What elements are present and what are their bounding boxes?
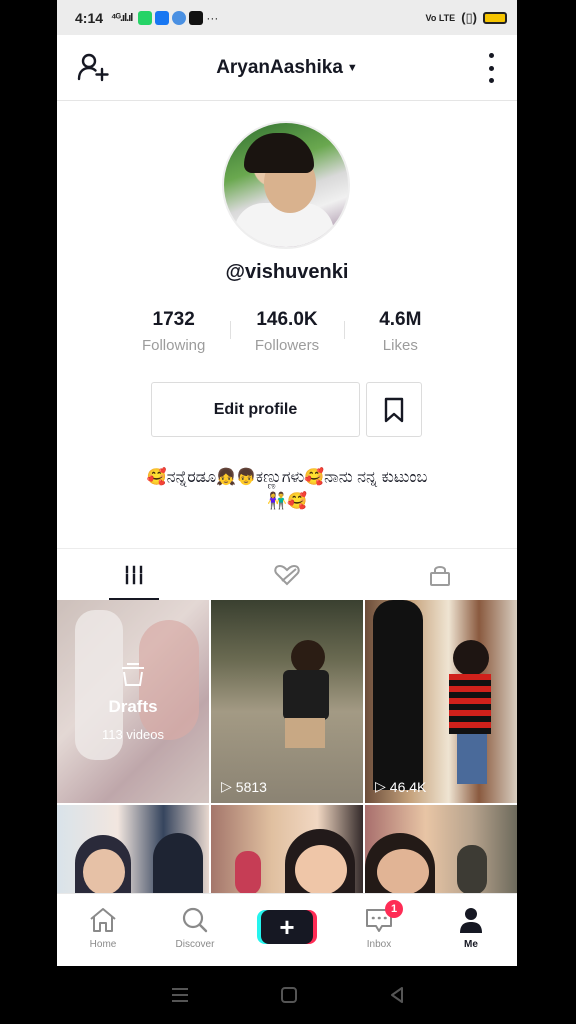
heart-hidden-icon <box>274 564 300 585</box>
tab-liked[interactable] <box>210 549 363 600</box>
stat-label: Followers <box>254 337 320 354</box>
back-icon[interactable] <box>387 985 407 1005</box>
status-bar: 4:14 ⁴ᴳ.ıl.ıl ··· Vo LTE (▯) <box>57 0 517 35</box>
tab-private[interactable] <box>364 549 517 600</box>
stat-followers[interactable]: 146.0K Followers <box>230 309 343 359</box>
search-icon <box>182 907 208 933</box>
stat-value: 1732 <box>152 309 195 330</box>
stat-following[interactable]: 1732 Following <box>117 309 230 359</box>
profile-header: AryanAashika ▼ <box>57 35 517 101</box>
tab-videos[interactable] <box>57 549 210 600</box>
menu-icon[interactable] <box>169 986 191 1004</box>
favorites-button[interactable] <box>366 382 422 437</box>
bio-line: 🥰ನನ್ನೆರಡೂ👧👦ಕಣ್ಣುಗಳು🥰ನಾನು ನನ್ನ ಕುಟುಂಬ <box>146 469 428 486</box>
stat-label: Following <box>141 337 206 354</box>
chevron-down-icon: ▼ <box>346 61 358 74</box>
account-switcher[interactable]: AryanAashika ▼ <box>216 57 358 79</box>
grid-icon <box>125 565 142 584</box>
drafts-tile[interactable]: Drafts 113 videos <box>57 600 209 803</box>
view-count: ▷ 5813 <box>221 778 267 795</box>
notification-icon <box>172 10 187 25</box>
nav-discover[interactable]: Discover <box>149 894 241 966</box>
video-tile[interactable]: ▷ 46.4K <box>365 600 517 803</box>
nav-create[interactable]: + <box>241 894 333 966</box>
profile-tabs <box>57 548 517 600</box>
bottom-navigation: Home Discover + 1 Inbox Me <box>57 893 517 966</box>
drafts-count: 113 videos <box>102 727 164 742</box>
volte-icon: Vo LTE <box>425 12 456 23</box>
username: @vishuvenki <box>225 261 349 283</box>
nav-me[interactable]: Me <box>425 894 517 966</box>
view-count-value: 5813 <box>235 778 267 795</box>
battery-icon <box>483 11 507 24</box>
stat-value: 146.0K <box>256 309 318 330</box>
stat-likes[interactable]: 4.6M Likes <box>343 309 457 359</box>
more-options-icon[interactable] <box>487 53 495 83</box>
vibrate-icon: (▯) <box>461 9 477 25</box>
edit-profile-button[interactable]: Edit profile <box>151 382 360 437</box>
drafts-icon <box>122 663 144 686</box>
plus-icon: + <box>261 910 313 944</box>
add-user-icon[interactable] <box>77 52 109 82</box>
nav-home[interactable]: Home <box>57 894 149 966</box>
nav-label: Inbox <box>366 939 392 950</box>
signal-icon: ⁴ᴳ.ıl.ıl <box>111 11 133 24</box>
nav-label: Me <box>464 939 478 950</box>
status-time: 4:14 <box>75 9 104 26</box>
bio-line: 👫🥰 <box>267 493 307 510</box>
stat-value: 4.6M <box>379 309 422 330</box>
facebook-icon <box>155 10 170 25</box>
profile-bio: 🥰ನನ್ನೆರಡೂ👧👦ಕಣ್ಣುಗಳು🥰ನಾನು ನನ್ನ ಕುಟುಂಬ 👫🥰 <box>97 466 477 514</box>
video-tile[interactable]: ▷ 5813 <box>211 600 363 803</box>
video-grid: Drafts 113 videos ▷ 5813 ▷ 46.4K <box>57 600 517 895</box>
stat-label: Likes <box>382 337 418 354</box>
avatar[interactable] <box>222 121 350 249</box>
bookmark-icon <box>384 397 404 422</box>
system-navigation-bar <box>0 966 576 1024</box>
video-tile[interactable] <box>365 805 517 895</box>
play-icon: ▷ <box>221 778 232 794</box>
video-tile[interactable] <box>211 805 363 895</box>
drafts-label: Drafts <box>108 697 158 716</box>
view-count: ▷ 46.4K <box>375 778 426 795</box>
inbox-badge: 1 <box>385 900 403 918</box>
more-notifications-icon: ··· <box>206 10 219 25</box>
video-tile[interactable] <box>57 805 209 895</box>
view-count-value: 46.4K <box>389 778 427 795</box>
nav-inbox[interactable]: 1 Inbox <box>333 894 425 966</box>
profile-icon <box>460 908 482 933</box>
tiktok-icon <box>189 10 204 25</box>
home-icon <box>90 908 116 932</box>
profile-stats: 1732 Following 146.0K Followers 4.6M Lik… <box>117 309 457 359</box>
nav-label: Discover <box>175 939 215 950</box>
phone-screen: 4:14 ⁴ᴳ.ıl.ıl ··· Vo LTE (▯) AryanAashik… <box>57 0 517 966</box>
lock-icon <box>430 565 451 586</box>
nav-label: Home <box>89 939 117 950</box>
account-name: AryanAashika <box>216 56 343 78</box>
home-button-icon[interactable] <box>279 985 299 1005</box>
whatsapp-icon <box>138 10 153 25</box>
play-icon: ▷ <box>375 778 386 794</box>
